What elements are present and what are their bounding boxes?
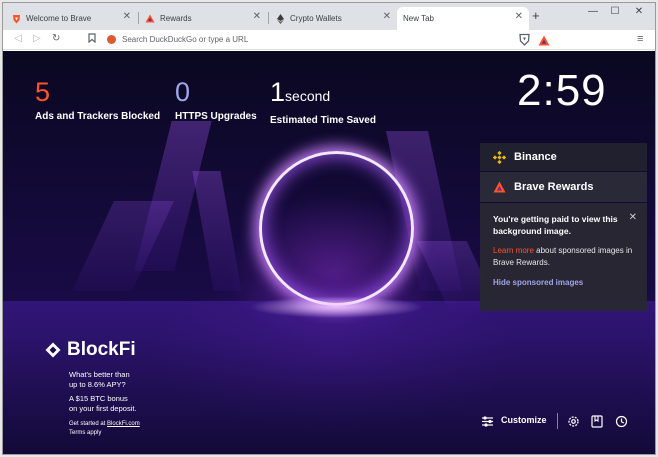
brave-rewards-triangle-icon: [145, 14, 155, 24]
binance-icon: [492, 150, 507, 164]
brave-shields-icon[interactable]: [519, 33, 531, 46]
binance-widget[interactable]: Binance: [480, 143, 647, 171]
stat-https-upgrades: 0 HTTPS Upgrades: [175, 77, 257, 122]
notice-title: You're getting paid to view this backgro…: [493, 214, 618, 236]
tab-label: Crypto Wallets: [290, 14, 342, 23]
bookmark-icon[interactable]: [88, 33, 96, 47]
bookmarks-icon[interactable]: [591, 415, 604, 428]
notice-body: Learn more about sponsored images in Bra…: [493, 246, 633, 267]
sponsor-text: What's better than: [69, 370, 130, 379]
close-tab-icon[interactable]: ✕: [253, 12, 261, 22]
forward-icon[interactable]: ▷: [33, 33, 41, 45]
tab-label: New Tab: [403, 14, 434, 23]
stat-value: 5: [35, 77, 51, 107]
close-tab-icon[interactable]: ✕: [123, 12, 131, 22]
tab-strip: Welcome to Brave ✕ Rewards ✕ Crypto Wall…: [3, 3, 655, 30]
maximize-icon[interactable]: ☐: [605, 6, 625, 17]
background-portal-ring: [259, 151, 414, 306]
stat-label: Ads and Trackers Blocked: [35, 111, 161, 122]
tab-new-tab[interactable]: New Tab ✕: [397, 7, 529, 30]
blockfi-logo-icon: [45, 342, 61, 358]
back-icon[interactable]: ◁: [14, 33, 22, 45]
reload-icon[interactable]: ↻: [52, 33, 60, 45]
stat-value: 0: [175, 77, 191, 107]
hide-sponsored-images-link[interactable]: Hide sponsored images: [493, 278, 634, 287]
ethereum-icon: [275, 13, 285, 24]
close-tab-icon[interactable]: ✕: [383, 12, 391, 22]
clock: 2:59: [517, 66, 607, 115]
background-crystal: [192, 171, 242, 291]
stat-value: 1second: [270, 77, 331, 107]
stat-time-saved: 1second Estimated Time Saved: [270, 77, 376, 126]
new-tab-page: 5 Ads and Trackers Blocked 0 HTTPS Upgra…: [3, 51, 655, 454]
brave-lion-icon: [11, 14, 21, 24]
tab-label: Rewards: [160, 14, 192, 23]
stat-ads-blocked: 5 Ads and Trackers Blocked: [35, 77, 160, 122]
close-icon[interactable]: ✕: [629, 212, 637, 223]
brave-rewards-widget[interactable]: Brave Rewards: [480, 172, 647, 202]
sponsor-text: on your first deposit.: [69, 404, 137, 413]
sponsor-terms: Terms apply: [69, 430, 102, 436]
customize-icon[interactable]: [481, 415, 494, 428]
toolbar: ◁ ▷ ↻ Search DuckDuckGo or type a URL ≡: [3, 30, 655, 50]
settings-gear-icon[interactable]: [567, 415, 580, 428]
browser-window: Welcome to Brave ✕ Rewards ✕ Crypto Wall…: [2, 2, 656, 455]
tab-crypto-wallets[interactable]: Crypto Wallets ✕: [269, 7, 397, 30]
window-close-icon[interactable]: ✕: [629, 6, 649, 17]
widget-title: Binance: [514, 151, 557, 163]
tab-label: Welcome to Brave: [26, 14, 92, 23]
duckduckgo-icon: [107, 35, 116, 44]
url-placeholder: Search DuckDuckGo or type a URL: [122, 35, 249, 44]
sponsored-image-notice: You're getting paid to view this backgro…: [480, 203, 647, 311]
sponsor-logo-block[interactable]: BlockFi What's better than up to 8.6% AP…: [45, 339, 140, 438]
background-portal-glow: [249, 296, 424, 318]
sponsor-text: A $15 BTC bonus: [69, 394, 128, 403]
widget-title: Brave Rewards: [514, 181, 594, 193]
stat-label: HTTPS Upgrades: [175, 111, 257, 122]
menu-icon[interactable]: ≡: [637, 33, 643, 45]
learn-more-link[interactable]: Learn more: [493, 246, 534, 255]
sponsor-link[interactable]: BlockFi.com: [107, 421, 140, 427]
customize-button[interactable]: Customize: [501, 415, 547, 425]
minimize-icon[interactable]: —: [583, 6, 603, 17]
close-tab-icon[interactable]: ✕: [515, 12, 523, 22]
sponsor-text: up to 8.6% APY?: [69, 380, 126, 389]
brave-rewards-icon: [493, 181, 506, 194]
sponsor-name: BlockFi: [67, 339, 136, 360]
address-bar[interactable]: Search DuckDuckGo or type a URL: [107, 32, 507, 47]
brave-rewards-icon[interactable]: [538, 33, 550, 46]
sponsor-cta: Get started at BlockFi.com: [69, 421, 140, 427]
stat-unit: second: [285, 88, 331, 104]
new-tab-plus-icon[interactable]: +: [532, 8, 540, 24]
tab-welcome[interactable]: Welcome to Brave ✕: [5, 7, 137, 30]
stat-label: Estimated Time Saved: [270, 115, 376, 126]
tab-rewards[interactable]: Rewards ✕: [139, 7, 267, 30]
history-icon[interactable]: [615, 415, 628, 428]
